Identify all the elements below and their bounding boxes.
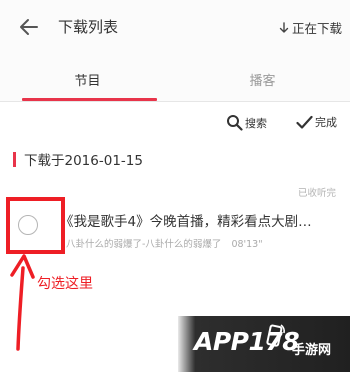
watermark-site: 手游网 (292, 343, 332, 358)
phone-icon (266, 324, 285, 347)
annotation-label: 勾选这里 (37, 276, 93, 292)
app178-watermark: APP178 手游网 (178, 316, 350, 372)
